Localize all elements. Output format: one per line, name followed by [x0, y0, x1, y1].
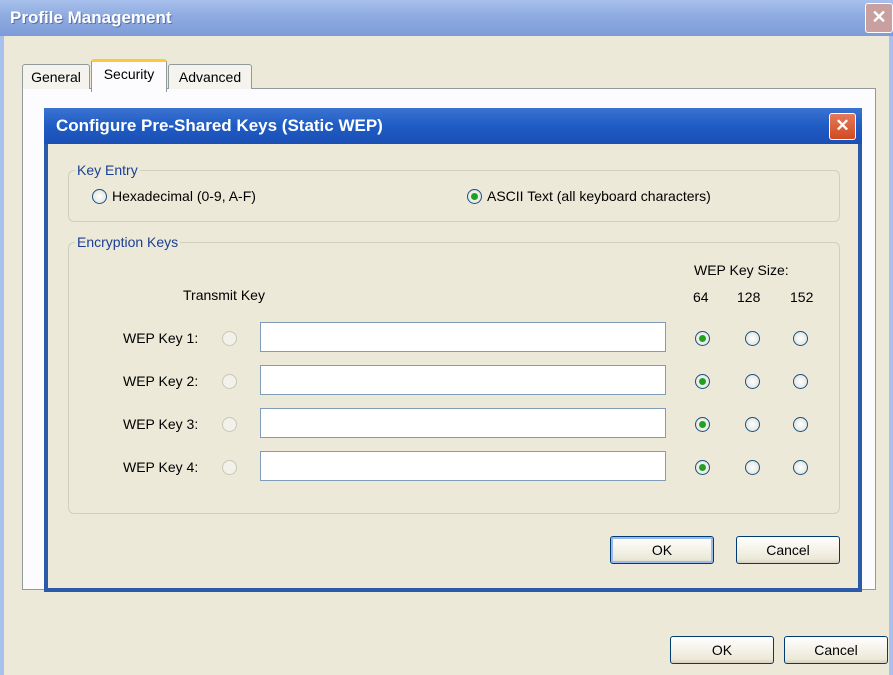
window-border-left: [0, 36, 4, 675]
dialog-ok-button[interactable]: OK: [610, 536, 714, 564]
hexadecimal-label: Hexadecimal (0-9, A-F): [112, 188, 256, 204]
wep-key-2-size-152-radio[interactable]: [793, 374, 808, 389]
wep-key-1-transmit-radio[interactable]: [222, 331, 237, 346]
wep-key-size-label: WEP Key Size:: [694, 262, 789, 278]
wep-key-4-size-128-radio[interactable]: [745, 460, 760, 475]
wep-key-3-size-64-radio[interactable]: [695, 417, 710, 432]
window-border-right: [889, 36, 893, 675]
size-152-header: 152: [790, 289, 814, 305]
wep-key-1-size-152-radio[interactable]: [793, 331, 808, 346]
wep-key-1-input[interactable]: [260, 322, 666, 352]
encryption-keys-legend: Encryption Keys: [77, 234, 179, 250]
wep-key-4-size-152-radio[interactable]: [793, 460, 808, 475]
tab-security[interactable]: Security: [91, 59, 167, 92]
wep-key-1-size-128-radio[interactable]: [745, 331, 760, 346]
wep-key-3-size-152-radio[interactable]: [793, 417, 808, 432]
wep-key-3-size-128-radio[interactable]: [745, 417, 760, 432]
size-64-header: 64: [693, 289, 709, 305]
window-title: Profile Management: [10, 8, 172, 27]
wep-key-3-label: WEP Key 3:: [123, 416, 199, 432]
dialog-cancel-button[interactable]: Cancel: [736, 536, 840, 564]
wep-key-2-input[interactable]: [260, 365, 666, 395]
wep-key-3-transmit-radio[interactable]: [222, 417, 237, 432]
wep-key-2-label: WEP Key 2:: [123, 373, 199, 389]
tab-general[interactable]: General: [22, 64, 90, 89]
wep-key-4-label: WEP Key 4:: [123, 459, 199, 475]
wep-key-4-transmit-radio[interactable]: [222, 460, 237, 475]
wep-key-1-label: WEP Key 1:: [123, 330, 199, 346]
dialog-titlebar: Configure Pre-Shared Keys (Static WEP) ✕: [44, 108, 862, 144]
wep-key-1-size-64-radio[interactable]: [695, 331, 710, 346]
size-128-header: 128: [737, 289, 761, 305]
key-entry-legend: Key Entry: [77, 162, 138, 178]
window-titlebar: Profile Management: [0, 0, 893, 36]
wep-keys-dialog: Configure Pre-Shared Keys (Static WEP) ✕…: [44, 108, 862, 592]
tab-advanced[interactable]: Advanced: [168, 64, 252, 89]
profile-cancel-button[interactable]: Cancel: [784, 636, 888, 664]
dialog-title: Configure Pre-Shared Keys (Static WEP): [56, 116, 383, 135]
hexadecimal-radio[interactable]: [92, 189, 107, 204]
wep-key-3-input[interactable]: [260, 408, 666, 438]
wep-key-4-size-64-radio[interactable]: [695, 460, 710, 475]
wep-key-2-size-64-radio[interactable]: [695, 374, 710, 389]
wep-key-2-size-128-radio[interactable]: [745, 374, 760, 389]
ascii-text-label: ASCII Text (all keyboard characters): [487, 188, 711, 204]
profile-ok-button[interactable]: OK: [670, 636, 774, 664]
transmit-key-label: Transmit Key: [183, 287, 265, 303]
ascii-text-radio[interactable]: [467, 189, 482, 204]
dialog-close-button[interactable]: ✕: [829, 113, 856, 140]
dialog-body: Key Entry Hexadecimal (0-9, A-F) ASCII T…: [48, 144, 858, 588]
wep-key-2-transmit-radio[interactable]: [222, 374, 237, 389]
wep-key-4-input[interactable]: [260, 451, 666, 481]
window-close-button[interactable]: ✕: [865, 3, 893, 33]
